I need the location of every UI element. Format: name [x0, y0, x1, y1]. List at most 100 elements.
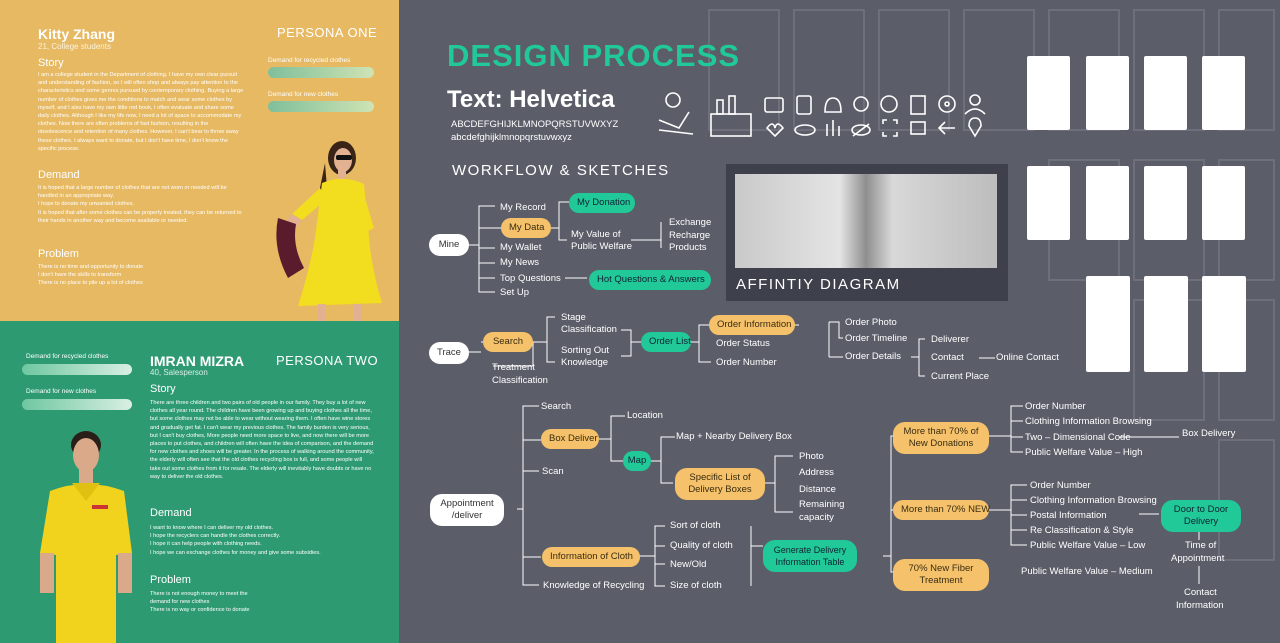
persona-two-panel: Demand for recycled clothes Demand for n…: [0, 321, 399, 643]
persona-name: Kitty Zhang: [38, 26, 115, 42]
node-box-delivery[interactable]: Box Delivery: [1182, 428, 1235, 439]
node-order-details[interactable]: Order Details: [845, 351, 901, 362]
node-time-appointment[interactable]: Time of: [1185, 540, 1216, 551]
node-my-record[interactable]: My Record: [500, 202, 546, 213]
more70-line-1: More than 70% of: [903, 426, 979, 437]
node-order-status[interactable]: Order Status: [716, 338, 770, 349]
problem-line: There is no way or confidence to donate: [150, 607, 250, 614]
node-order-number-b[interactable]: Order Number: [1030, 480, 1091, 491]
node-cloth-info-b[interactable]: Clothing Information Browsing: [1030, 495, 1157, 506]
node-appointment-deliver[interactable]: Appointment /deliver: [430, 494, 504, 526]
node-location[interactable]: Location: [627, 410, 663, 421]
generate-line-1: Generate Delivery: [773, 545, 847, 555]
story-heading: Story: [150, 383, 176, 395]
fiber-line-1: 70% New Fiber: [908, 563, 974, 574]
node-online-contact[interactable]: Online Contact: [996, 352, 1059, 363]
demand-line: I hope to donate my unwanted clothes.: [38, 201, 135, 208]
node-quality-cloth[interactable]: Quality of cloth: [670, 540, 733, 551]
persona-title: PERSONA TWO: [276, 353, 379, 368]
node-deliverer[interactable]: Deliverer: [931, 334, 969, 345]
node-cloth-info-a[interactable]: Clothing Information Browsing: [1025, 416, 1152, 427]
node-treatment-classification[interactable]: Classification: [492, 375, 548, 386]
demand-text: I want to know where I can deliver my ol…: [150, 524, 374, 557]
node-current-place[interactable]: Current Place: [931, 371, 989, 382]
demand-line: I hope we can exchange clothes for money…: [150, 549, 321, 556]
appointment-line-1: Appointment: [440, 498, 494, 509]
node-public-low[interactable]: Public Welfare Value – Low: [1030, 540, 1145, 551]
persona-subtitle: 21, College students: [38, 42, 111, 51]
demand-line: I want to know where I can deliver my ol…: [150, 525, 274, 531]
problem-line: There is not enough money to meet the: [150, 591, 248, 597]
node-public-welfare[interactable]: Public Welfare: [571, 241, 632, 252]
demand-line: I hope the recyclers can handle the clot…: [150, 533, 281, 540]
node-trace[interactable]: Trace: [429, 342, 469, 364]
node-knowledge-recycling[interactable]: Knowledge of Recycling: [543, 580, 644, 591]
node-two-dim-code[interactable]: Two – Dimensional Code: [1025, 432, 1131, 443]
node-public-high[interactable]: Public Welfare Value – High: [1025, 447, 1142, 458]
node-my-data[interactable]: My Data: [501, 218, 551, 238]
node-sort-cloth[interactable]: Sort of cloth: [670, 520, 721, 531]
node-mine[interactable]: Mine: [429, 234, 469, 256]
node-order-list[interactable]: Order List: [641, 332, 691, 352]
node-set-up[interactable]: Set Up: [500, 287, 529, 298]
node-stage[interactable]: Stage: [561, 312, 586, 323]
demand-line: It is hoped that after some clothes can …: [38, 209, 242, 224]
node-order-number[interactable]: Order Number: [716, 357, 777, 368]
demand-recycled-label: Demand for recycled clothes: [268, 57, 351, 64]
persona-title: PERSONA ONE: [277, 25, 378, 40]
node-products[interactable]: Products: [669, 242, 707, 253]
node-my-wallet[interactable]: My Wallet: [500, 242, 541, 253]
node-search[interactable]: Search: [483, 332, 533, 352]
node-order-number-a[interactable]: Order Number: [1025, 401, 1086, 412]
node-generate-table[interactable]: Generate Delivery Information Table: [763, 540, 857, 572]
node-box-deliver[interactable]: Box Deliver: [541, 429, 599, 449]
node-map-nearby[interactable]: Map + Nearby Delivery Box: [676, 431, 792, 442]
node-distance[interactable]: Distance: [799, 484, 836, 495]
node-order-information[interactable]: Order Information: [709, 315, 795, 335]
node-info-cloth[interactable]: Information of Cloth: [542, 547, 640, 567]
problem-text: There is no time and opportunity to dona…: [38, 263, 248, 288]
node-remaining[interactable]: Remaining: [799, 499, 844, 510]
node-hot-questions[interactable]: Hot Questions & Answers: [589, 270, 711, 290]
node-my-news[interactable]: My News: [500, 257, 539, 268]
story-text: I am a college student in the Department…: [38, 72, 244, 152]
story-heading: Story: [38, 57, 64, 69]
persona-name: IMRAN MIZRA: [150, 353, 245, 369]
node-recharge[interactable]: Recharge: [669, 230, 710, 241]
node-search[interactable]: Search: [541, 401, 571, 412]
node-contact[interactable]: Contact: [931, 352, 964, 363]
node-map[interactable]: Map: [623, 451, 651, 471]
node-order-photo[interactable]: Order Photo: [845, 317, 897, 328]
node-door-to-door[interactable]: Door to Door Delivery: [1161, 500, 1241, 532]
node-knowledge[interactable]: Knowledge: [561, 357, 608, 368]
node-my-donation[interactable]: My Donation: [569, 193, 635, 213]
node-public-medium[interactable]: Public Welfare Value – Medium: [1021, 566, 1153, 577]
node-fiber-treatment[interactable]: 70% New Fiber Treatment: [893, 559, 989, 591]
node-more-70-new[interactable]: More than 70% NEW: [893, 500, 990, 520]
node-photo[interactable]: Photo: [799, 451, 824, 462]
node-new-old[interactable]: New/Old: [670, 559, 706, 570]
node-treatment[interactable]: Treatment: [492, 362, 535, 373]
node-reclassification[interactable]: Re Classification & Style: [1030, 525, 1133, 536]
node-classification[interactable]: Classification: [561, 324, 617, 335]
node-size-cloth[interactable]: Size of cloth: [670, 580, 722, 591]
node-sorting-out[interactable]: Sorting Out: [561, 345, 609, 356]
demand-line: I hope it can help people with clothing …: [150, 541, 262, 548]
node-more-70-donations[interactable]: More than 70% of New Donations: [893, 422, 989, 454]
node-postal-info[interactable]: Postal Information: [1030, 510, 1107, 521]
node-my-value[interactable]: My Value of: [571, 229, 620, 240]
demand-recycled-label: Demand for recycled clothes: [26, 353, 109, 360]
demand-new-label: Demand for new clothes: [26, 388, 97, 395]
node-capacity[interactable]: capacity: [799, 512, 834, 523]
node-order-timeline[interactable]: Order Timeline: [845, 333, 907, 344]
node-address[interactable]: Address: [799, 467, 834, 478]
node-information-word: Information: [1176, 600, 1224, 611]
problem-line: demand for new clothes: [150, 599, 210, 606]
node-specific-list[interactable]: Specific List of Delivery Boxes: [675, 468, 765, 500]
door-line-2: Delivery: [1183, 516, 1219, 527]
node-scan[interactable]: Scan: [542, 466, 564, 477]
node-top-questions[interactable]: Top Questions: [500, 273, 561, 284]
node-contact-info[interactable]: Contact: [1184, 587, 1217, 598]
fiber-line-2: Treatment: [919, 575, 963, 586]
node-exchange[interactable]: Exchange: [669, 217, 711, 228]
